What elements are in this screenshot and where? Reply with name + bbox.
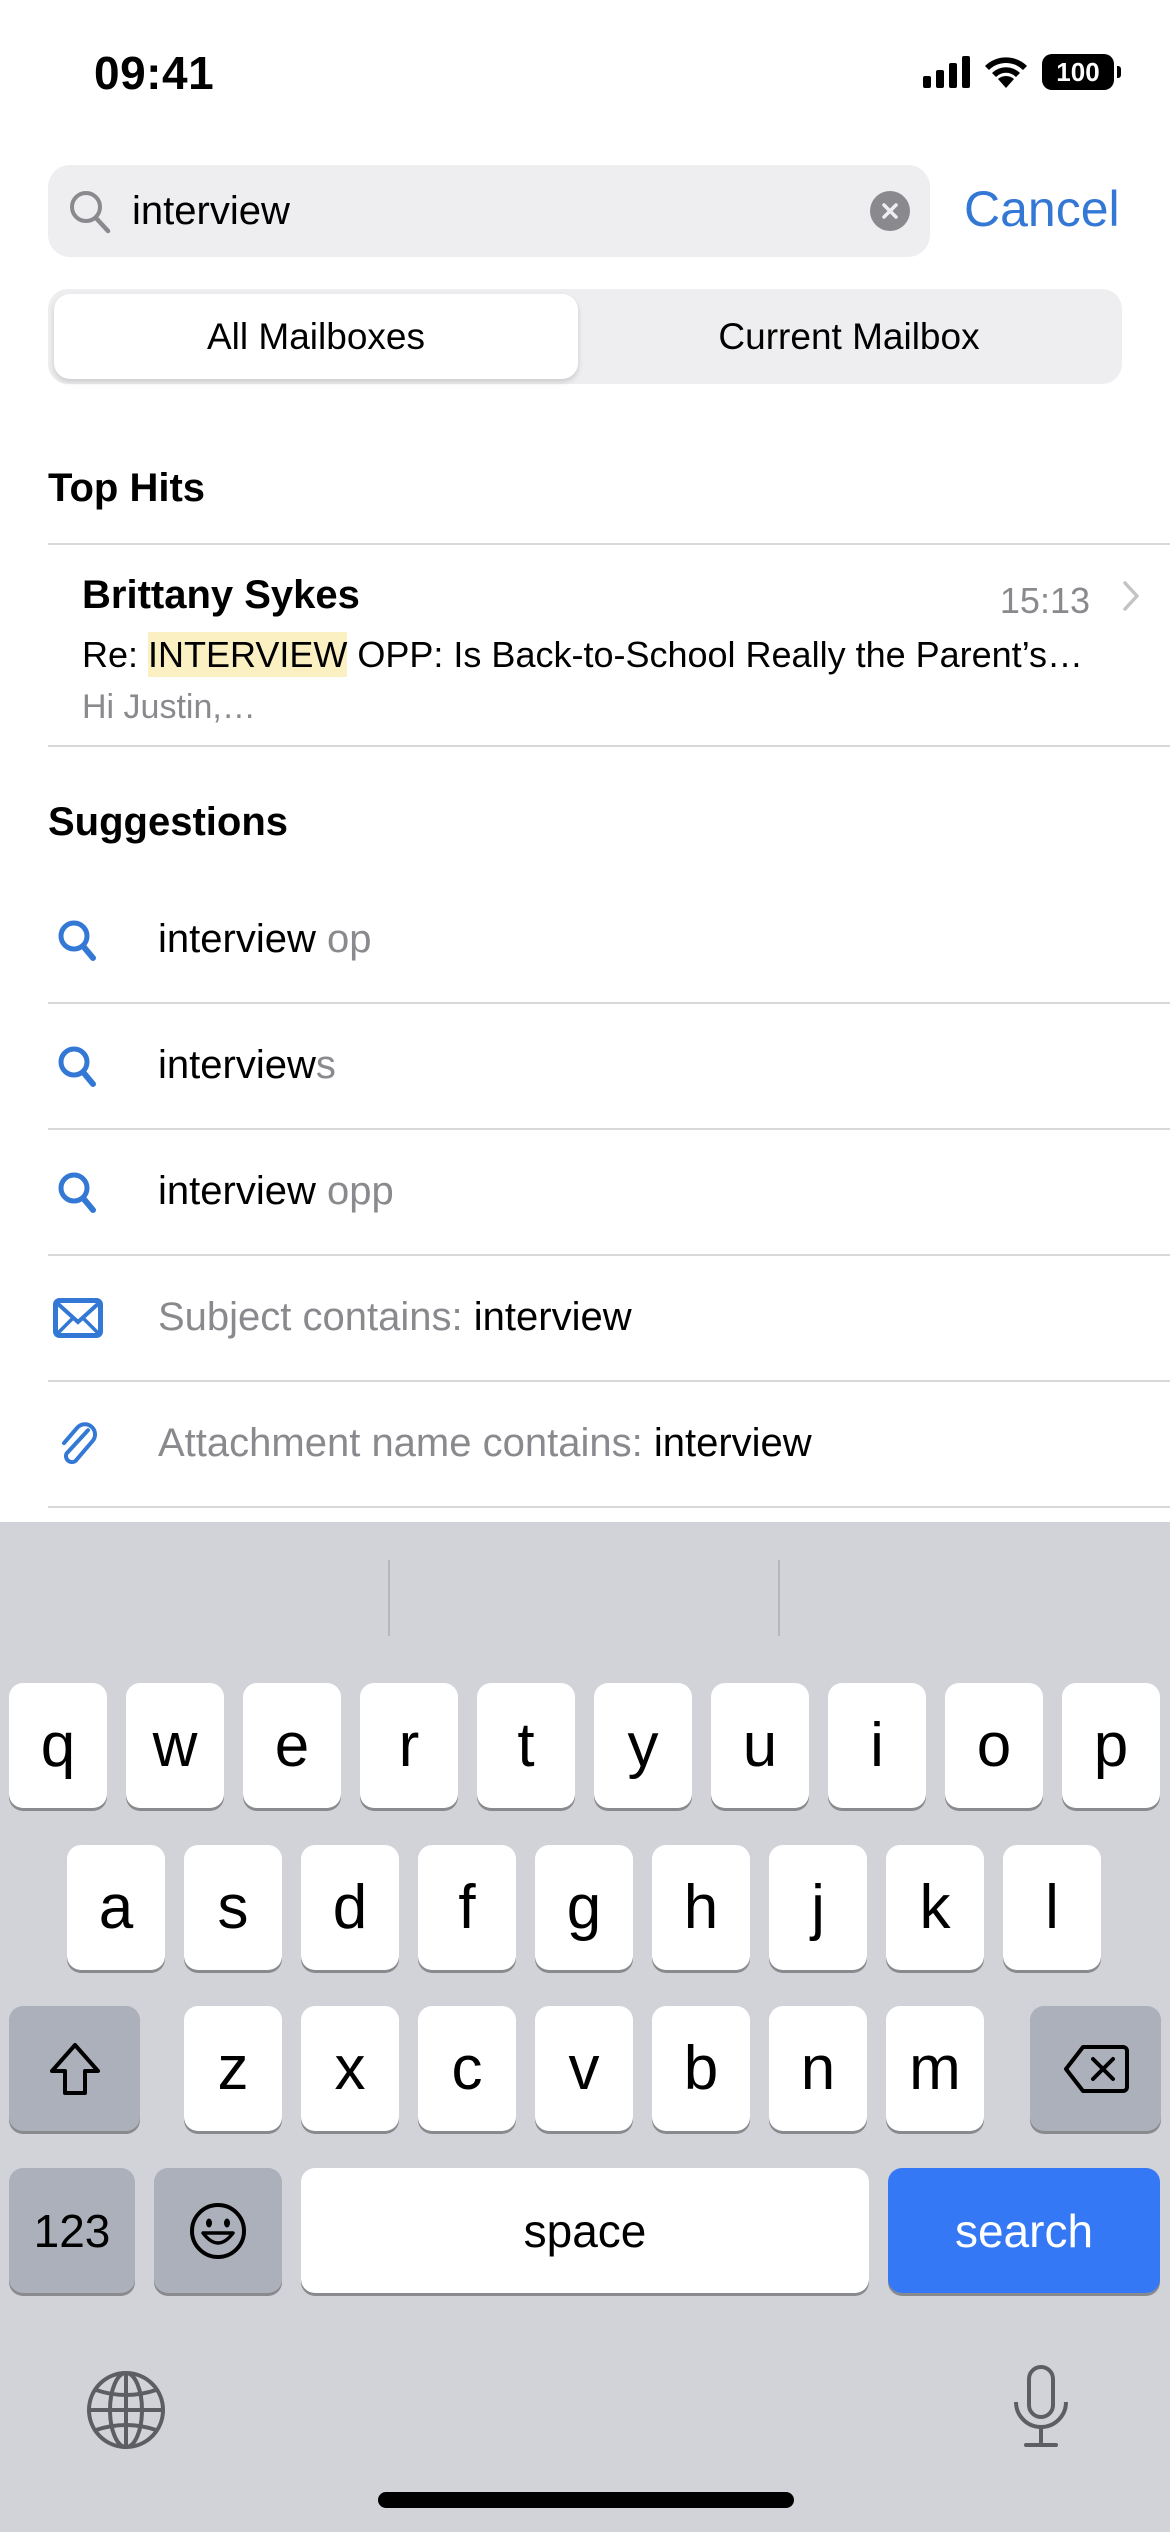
keyboard: q w e r t y u i o p a s d f g h j k l z … [0,1522,1170,2532]
suggestion-label: Subject contains: [158,1295,474,1339]
suggestion-text: Subject contains: interview [158,1295,632,1340]
shift-key[interactable] [9,2006,140,2131]
divider [48,1506,1170,1508]
search-icon [48,1170,108,1214]
suggestion-primary: interview [158,1043,316,1087]
suggestion-completion: opp [315,1169,394,1213]
key-n[interactable]: n [769,2006,867,2131]
suggestion-row[interactable]: interviews [48,1003,1170,1129]
suggestions-heading: Suggestions [48,800,289,844]
key-w[interactable]: w [126,1683,224,1808]
key-o[interactable]: o [945,1683,1043,1808]
delete-key[interactable] [1030,2006,1161,2131]
key-r[interactable]: r [360,1683,458,1808]
divider [48,745,1170,747]
shift-icon [49,2042,100,2095]
key-q[interactable]: q [9,1683,107,1808]
key-x[interactable]: x [301,2006,399,2131]
scope-current-mailbox[interactable]: Current Mailbox [582,294,1116,379]
key-y[interactable]: y [594,1683,692,1808]
key-a[interactable]: a [67,1845,165,1970]
status-icons: 100 [923,54,1121,90]
search-key[interactable]: search [888,2168,1160,2293]
subject-prefix: Re: [82,634,149,675]
key-f[interactable]: f [418,1845,516,1970]
microphone-icon[interactable] [1010,2364,1072,2450]
top-hit-email-row[interactable]: Brittany Sykes 15:13 Re: INTERVIEW OPP: … [48,546,1170,744]
home-indicator[interactable] [378,2492,794,2508]
prediction-separator [778,1560,780,1636]
email-sender: Brittany Sykes [82,573,360,617]
status-time: 09:41 [94,47,215,99]
key-d[interactable]: d [301,1845,399,1970]
paperclip-icon [48,1422,108,1466]
divider [48,543,1170,545]
globe-icon[interactable] [86,2370,166,2450]
mailbox-scope-control: All Mailboxes Current Mailbox [48,289,1122,384]
clear-search-button[interactable] [870,191,910,231]
key-j[interactable]: j [769,1845,867,1970]
key-t[interactable]: t [477,1683,575,1808]
suggestion-row[interactable]: interview op [48,877,1170,1003]
key-v[interactable]: v [535,2006,633,2131]
key-k[interactable]: k [886,1845,984,1970]
delete-icon [1063,2044,1129,2093]
chevron-right-icon [1123,581,1139,611]
key-g[interactable]: g [535,1845,633,1970]
suggestion-primary: interview [653,1421,812,1465]
key-z[interactable]: z [184,2006,282,2131]
key-u[interactable]: u [711,1683,809,1808]
envelope-icon [48,1296,108,1340]
suggestion-row[interactable]: Attachment name contains: interview [48,1381,1170,1507]
suggestion-completion: op [315,917,372,961]
key-l[interactable]: l [1003,1845,1101,1970]
suggestion-text: Attachment name contains: interview [158,1421,812,1466]
scope-all-mailboxes[interactable]: All Mailboxes [54,294,578,379]
battery-icon: 100 [1042,54,1121,90]
top-hits-heading: Top Hits [48,466,206,510]
suggestion-text: interview op [158,917,371,962]
suggestion-text: interviews [158,1043,336,1088]
key-e[interactable]: e [243,1683,341,1808]
search-input[interactable] [132,165,892,257]
battery-level: 100 [1056,56,1100,87]
cancel-button[interactable]: Cancel [964,180,1120,238]
wifi-icon [985,57,1027,88]
key-c[interactable]: c [418,2006,516,2131]
suggestion-text: interview opp [158,1169,394,1214]
clear-icon [882,203,898,219]
email-subject: Re: INTERVIEW OPP: Is Back-to-School Rea… [82,632,1084,677]
space-key[interactable]: space [301,2168,869,2293]
search-icon [70,191,111,234]
emoji-icon [190,2202,246,2259]
numbers-key[interactable]: 123 [9,2168,135,2293]
email-time: 15:13 [999,580,1090,621]
emoji-key[interactable] [154,2168,282,2293]
suggestion-row[interactable]: interview opp [48,1129,1170,1255]
suggestion-completion: s [315,1043,336,1087]
suggestion-row[interactable]: Subject contains: interview [48,1255,1170,1381]
subject-rest: OPP: Is Back-to-School Really the Parent… [347,634,1084,675]
prediction-separator [388,1560,390,1636]
suggestion-primary: interview [473,1295,632,1339]
key-b[interactable]: b [652,2006,750,2131]
suggestion-primary: interview [158,917,316,961]
suggestion-label: Attachment name contains: [158,1421,654,1465]
suggestion-primary: interview [158,1169,316,1213]
cellular-signal-icon [923,56,970,88]
key-p[interactable]: p [1062,1683,1160,1808]
key-i[interactable]: i [828,1683,926,1808]
key-h[interactable]: h [652,1845,750,1970]
search-highlight: INTERVIEW [148,632,348,677]
key-m[interactable]: m [886,2006,984,2131]
search-icon [48,1044,108,1088]
search-field[interactable] [48,165,930,257]
key-s[interactable]: s [184,1845,282,1970]
search-icon [48,918,108,962]
email-preview: Hi Justin,… [82,688,256,726]
